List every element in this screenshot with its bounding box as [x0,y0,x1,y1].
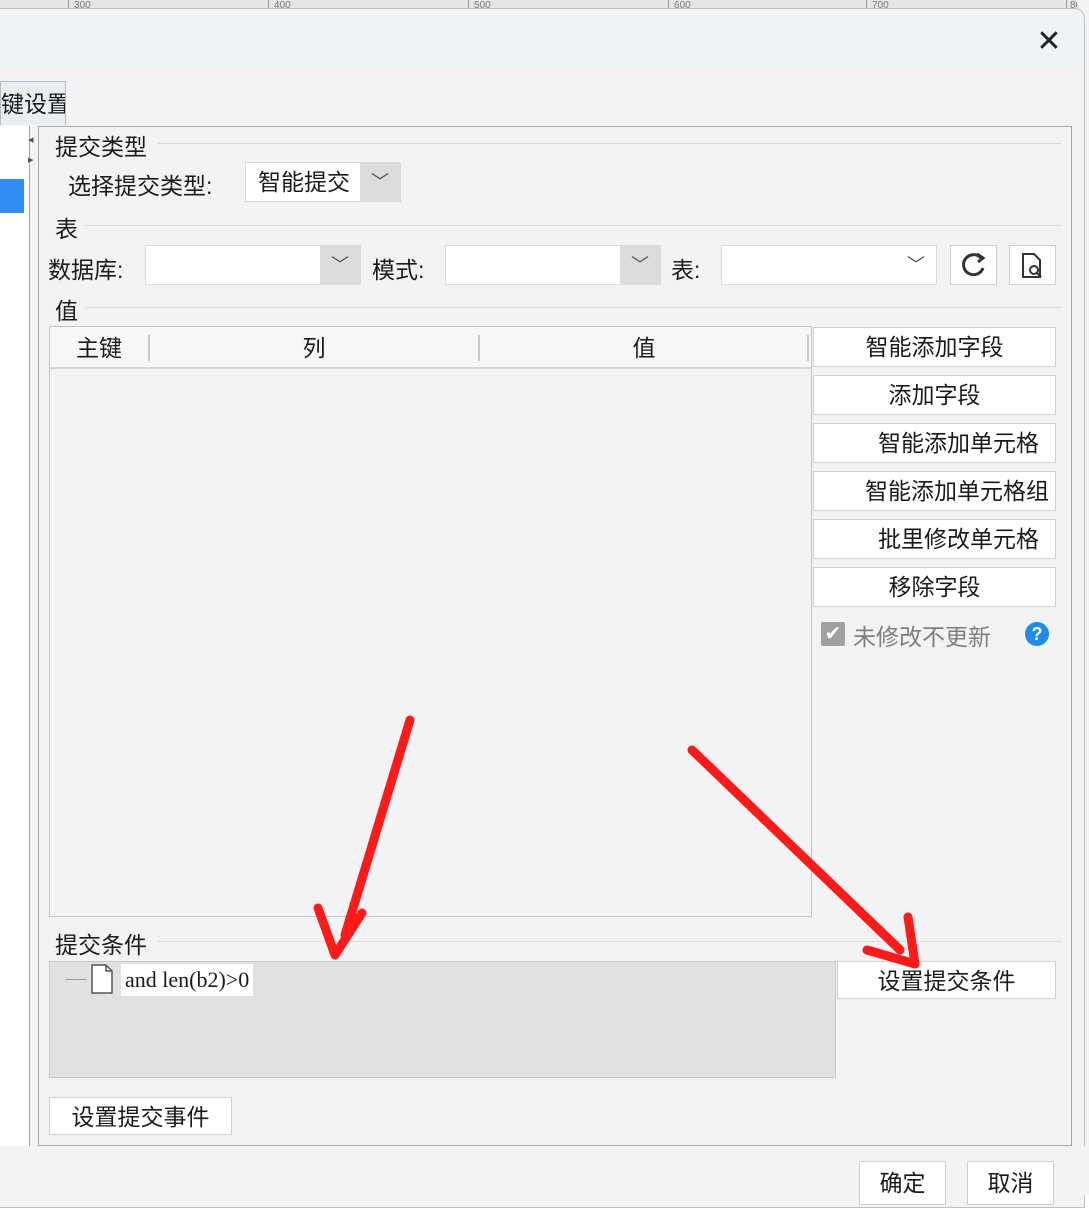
annotation-arrows [313,715,920,969]
annotation-arrow-left [313,715,415,960]
annotation-arrow-right [687,745,920,969]
